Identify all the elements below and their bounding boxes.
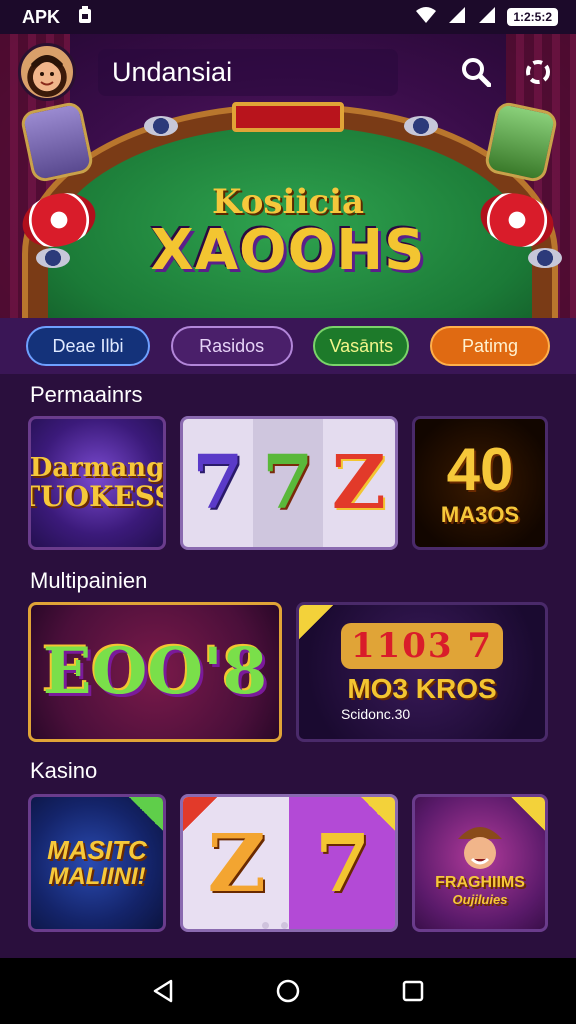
game-tile-subtitle: TUOKESS — [31, 480, 163, 513]
game-tile[interactable]: FRAGHIIMS Oujiluies — [412, 794, 548, 932]
game-tile-subtitle: MA3OS — [440, 502, 520, 527]
game-tile-title: EOO'8 — [42, 634, 268, 709]
game-tile[interactable]: Darmang TUOKESS — [28, 416, 166, 550]
game-tile-title: 40 — [446, 436, 514, 503]
character-face-icon — [458, 826, 502, 869]
coin-icon — [144, 116, 178, 136]
game-tile-title: Darmang — [29, 453, 165, 483]
filter-pill[interactable]: Deae Ilbi — [26, 326, 150, 366]
battery-indicator: 1:2:5:2 — [507, 8, 558, 26]
game-tile-caption: Scidonc.30 — [340, 706, 411, 722]
pager-dot[interactable] — [281, 922, 288, 929]
slot-reel-symbol: Z — [331, 440, 386, 526]
carousel-pager[interactable] — [262, 922, 288, 929]
signal-icon-2 — [477, 6, 497, 29]
status-apk-label: APK — [22, 6, 61, 27]
hero-subtitle: Kosiicia — [211, 182, 365, 222]
section-title: Multipainien — [30, 568, 148, 593]
user-face-icon — [31, 55, 63, 90]
game-tile[interactable]: MASITC MALIINI! — [28, 794, 166, 932]
game-tile-subtitle: MO3 KROS — [347, 673, 497, 704]
game-tile[interactable]: 1103 7 MO3 KROS Scidonc.30 — [296, 602, 548, 742]
app-header: Undansiai — [18, 42, 558, 102]
avatar[interactable] — [18, 43, 76, 101]
table-plaque — [232, 102, 344, 132]
game-tile-title: MASITC — [47, 835, 147, 865]
category-filter-bar: Deae Ilbi Rasidos Vasānts Patimg — [0, 318, 576, 374]
filter-pill[interactable]: Vasānts — [313, 326, 410, 366]
back-icon[interactable] — [143, 971, 183, 1011]
game-tile[interactable]: 40 MA3OS — [412, 416, 548, 550]
game-tile-title: 1103 7 — [340, 623, 504, 669]
badge-ribbon — [129, 797, 163, 831]
status-bar: APK 1:2:5:2 — [0, 0, 576, 34]
game-tile-subtitle: Oujiluies — [452, 891, 508, 907]
app-name: Undansiai — [98, 48, 398, 96]
game-tile[interactable]: Z 7 — [180, 794, 398, 932]
home-icon[interactable] — [268, 971, 308, 1011]
settings-icon[interactable] — [522, 56, 554, 88]
game-tile[interactable]: 7 7 Z — [180, 416, 398, 550]
slot-reel-symbol: 7 — [261, 440, 314, 526]
game-tile-subtitle: MALIINI! — [48, 863, 146, 890]
badge-ribbon — [361, 797, 395, 831]
game-tile-title: FRAGHIIMS — [435, 873, 525, 891]
slot-reel-symbol: 7 — [192, 440, 244, 526]
coin-icon — [404, 116, 438, 136]
section-title: Kasino — [30, 758, 98, 783]
game-tile[interactable]: EOO'8 — [28, 602, 282, 742]
wifi-icon — [415, 6, 437, 29]
section-title: Permaainrs — [30, 382, 143, 407]
filter-pill[interactable]: Patimg — [429, 326, 550, 366]
notification-icon — [78, 5, 92, 29]
signal-icon — [447, 6, 467, 29]
pager-dot[interactable] — [262, 922, 269, 929]
badge-ribbon — [299, 605, 333, 639]
recents-icon[interactable] — [393, 971, 433, 1011]
search-icon[interactable] — [460, 56, 492, 88]
badge-ribbon — [511, 797, 545, 831]
badge-ribbon — [183, 797, 217, 831]
hero-title: XAOOHS — [150, 218, 426, 283]
system-nav-bar — [0, 958, 576, 1024]
filter-pill[interactable]: Rasidos — [170, 326, 293, 366]
